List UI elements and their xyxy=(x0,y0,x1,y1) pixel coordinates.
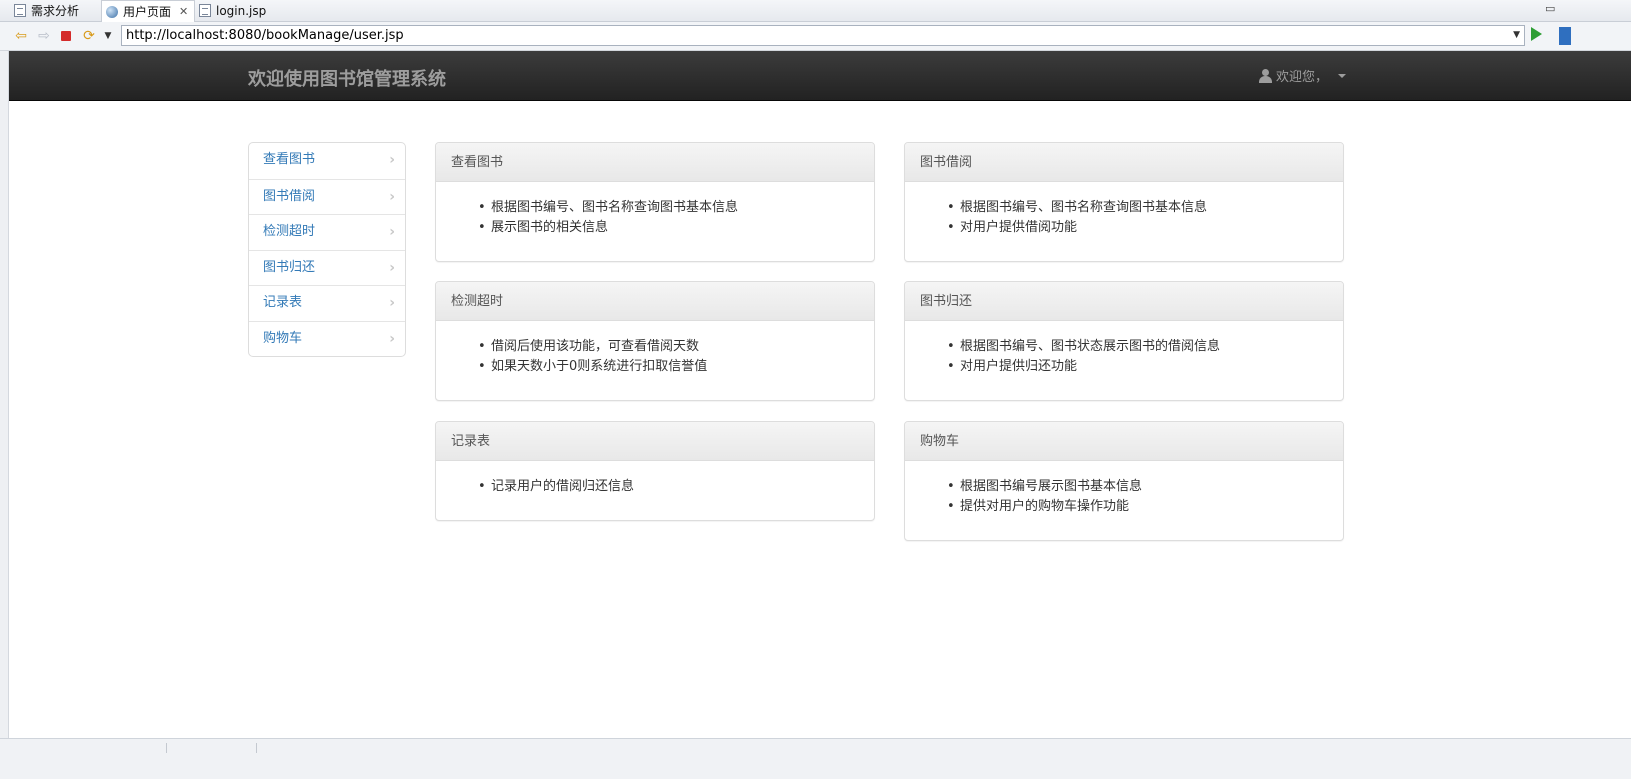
panel-return: 图书归还 根据图书编号、图书状态展示图书的借阅信息 对用户提供归还功能 xyxy=(904,281,1344,401)
tab-user-page[interactable]: 用户页面 ✕ xyxy=(101,0,196,22)
panel-title: 图书归还 xyxy=(905,282,1343,321)
panel-overdue: 检测超时 借阅后使用该功能，可查看借阅天数 如果天数小于0则系统进行扣取信誉值 xyxy=(435,281,875,401)
close-icon[interactable]: ✕ xyxy=(179,5,188,18)
sidebar-item-overdue[interactable]: 检测超时 › xyxy=(249,214,405,250)
list-item: 根据图书编号展示图书基本信息 xyxy=(947,477,1328,497)
sidebar-item-label: 检测超时 xyxy=(263,224,316,239)
chevron-right-icon: › xyxy=(389,224,395,240)
tab-requirements[interactable]: 需求分析 xyxy=(10,0,85,21)
chevron-right-icon: › xyxy=(389,188,395,205)
refresh-icon[interactable]: ⟳ xyxy=(80,27,98,45)
list-item: 根据图书编号、图书名称查询图书基本信息 xyxy=(478,198,859,218)
status-divider xyxy=(256,743,257,753)
sidebar-item-label: 图书归还 xyxy=(263,259,316,275)
sidebar-item-label: 查看图书 xyxy=(263,152,316,167)
browser-toolbar: ⇦ ⇨ ⟳ ▼ http://localhost:8080/bookManage… xyxy=(0,22,1631,51)
chevron-right-icon: › xyxy=(389,295,395,311)
sidebar-item-cart[interactable]: 购物车 › xyxy=(249,320,405,357)
brand-title[interactable]: 欢迎使用图书馆管理系统 xyxy=(248,65,446,91)
url-text: http://localhost:8080/bookManage/user.js… xyxy=(126,28,404,43)
sidebar-item-borrow[interactable]: 图书借阅 › xyxy=(249,178,405,215)
panel-borrow: 图书借阅 根据图书编号、图书名称查询图书基本信息 对用户提供借阅功能 xyxy=(904,142,1344,262)
list-item: 如果天数小于0则系统进行扣取信誉值 xyxy=(478,357,859,377)
left-gutter xyxy=(0,51,9,738)
panel-view-books: 查看图书 根据图书编号、图书名称查询图书基本信息 展示图书的相关信息 xyxy=(435,142,875,262)
list-item: 展示图书的相关信息 xyxy=(478,218,859,238)
tab-label: 需求分析 xyxy=(31,4,80,18)
user-greeting: 欢迎您， xyxy=(1276,70,1329,85)
user-dropdown[interactable]: 欢迎您， xyxy=(1259,66,1347,85)
chevron-right-icon: › xyxy=(389,152,395,168)
status-bar xyxy=(0,738,1631,779)
jsp-file-icon xyxy=(199,4,211,17)
editor-tab-bar: 需求分析 用户页面 ✕ login.jsp ▭ xyxy=(0,0,1631,22)
tab-label: login.jsp xyxy=(216,3,267,18)
panel-title: 图书借阅 xyxy=(905,143,1343,182)
status-divider xyxy=(166,743,167,753)
sidebar-item-view-books[interactable]: 查看图书 › xyxy=(249,143,405,179)
url-input[interactable]: http://localhost:8080/bookManage/user.js… xyxy=(121,25,1525,46)
list-item: 记录用户的借阅归还信息 xyxy=(478,477,859,497)
panel-title: 查看图书 xyxy=(436,143,874,182)
sidebar-item-label: 图书借阅 xyxy=(263,188,316,204)
go-icon[interactable] xyxy=(1531,27,1542,41)
tab-login-jsp[interactable]: login.jsp xyxy=(195,0,272,21)
stop-icon[interactable] xyxy=(57,27,75,45)
panel-title: 购物车 xyxy=(905,422,1343,461)
panel-toggle-icon[interactable] xyxy=(1559,27,1571,45)
panel-title: 记录表 xyxy=(436,422,874,461)
panel-title: 检测超时 xyxy=(436,282,874,321)
url-dropdown-icon[interactable]: ▼ xyxy=(1513,26,1520,45)
list-item: 根据图书编号、图书名称查询图书基本信息 xyxy=(947,198,1328,218)
top-navbar: 欢迎使用图书馆管理系统 欢迎您， xyxy=(9,51,1631,101)
globe-icon xyxy=(106,5,118,18)
sidebar-item-label: 购物车 xyxy=(263,330,303,346)
list-item: 借阅后使用该功能，可查看借阅天数 xyxy=(478,337,859,357)
sidebar-nav: 查看图书 › 图书借阅 › 检测超时 › 图书归还 › 记录表 › 购物车 › xyxy=(248,142,406,357)
back-icon[interactable]: ⇦ xyxy=(12,27,30,45)
chevron-down-icon[interactable]: ▼ xyxy=(99,27,117,45)
caret-down-icon xyxy=(1338,73,1347,78)
list-item: 对用户提供归还功能 xyxy=(947,357,1328,377)
forward-icon[interactable]: ⇨ xyxy=(35,27,53,45)
document-icon xyxy=(14,4,26,17)
chevron-right-icon: › xyxy=(389,330,395,347)
chevron-right-icon: › xyxy=(389,259,395,276)
panel-cart: 购物车 根据图书编号展示图书基本信息 提供对用户的购物车操作功能 xyxy=(904,421,1344,541)
list-item: 对用户提供借阅功能 xyxy=(947,218,1328,238)
minimize-icon[interactable]: ▭ xyxy=(1545,2,1555,15)
sidebar-item-label: 记录表 xyxy=(263,295,303,310)
list-item: 提供对用户的购物车操作功能 xyxy=(947,497,1328,517)
sidebar-item-return[interactable]: 图书归还 › xyxy=(249,249,405,286)
user-icon xyxy=(1259,68,1272,83)
sidebar-item-records[interactable]: 记录表 › xyxy=(249,285,405,321)
list-item: 根据图书编号、图书状态展示图书的借阅信息 xyxy=(947,337,1328,357)
browser-viewport: 欢迎使用图书馆管理系统 欢迎您， 查看图书 › 图书借阅 › 检测超时 › 图书… xyxy=(9,51,1631,736)
tab-label: 用户页面 xyxy=(123,5,172,19)
panel-records: 记录表 记录用户的借阅归还信息 xyxy=(435,421,875,521)
